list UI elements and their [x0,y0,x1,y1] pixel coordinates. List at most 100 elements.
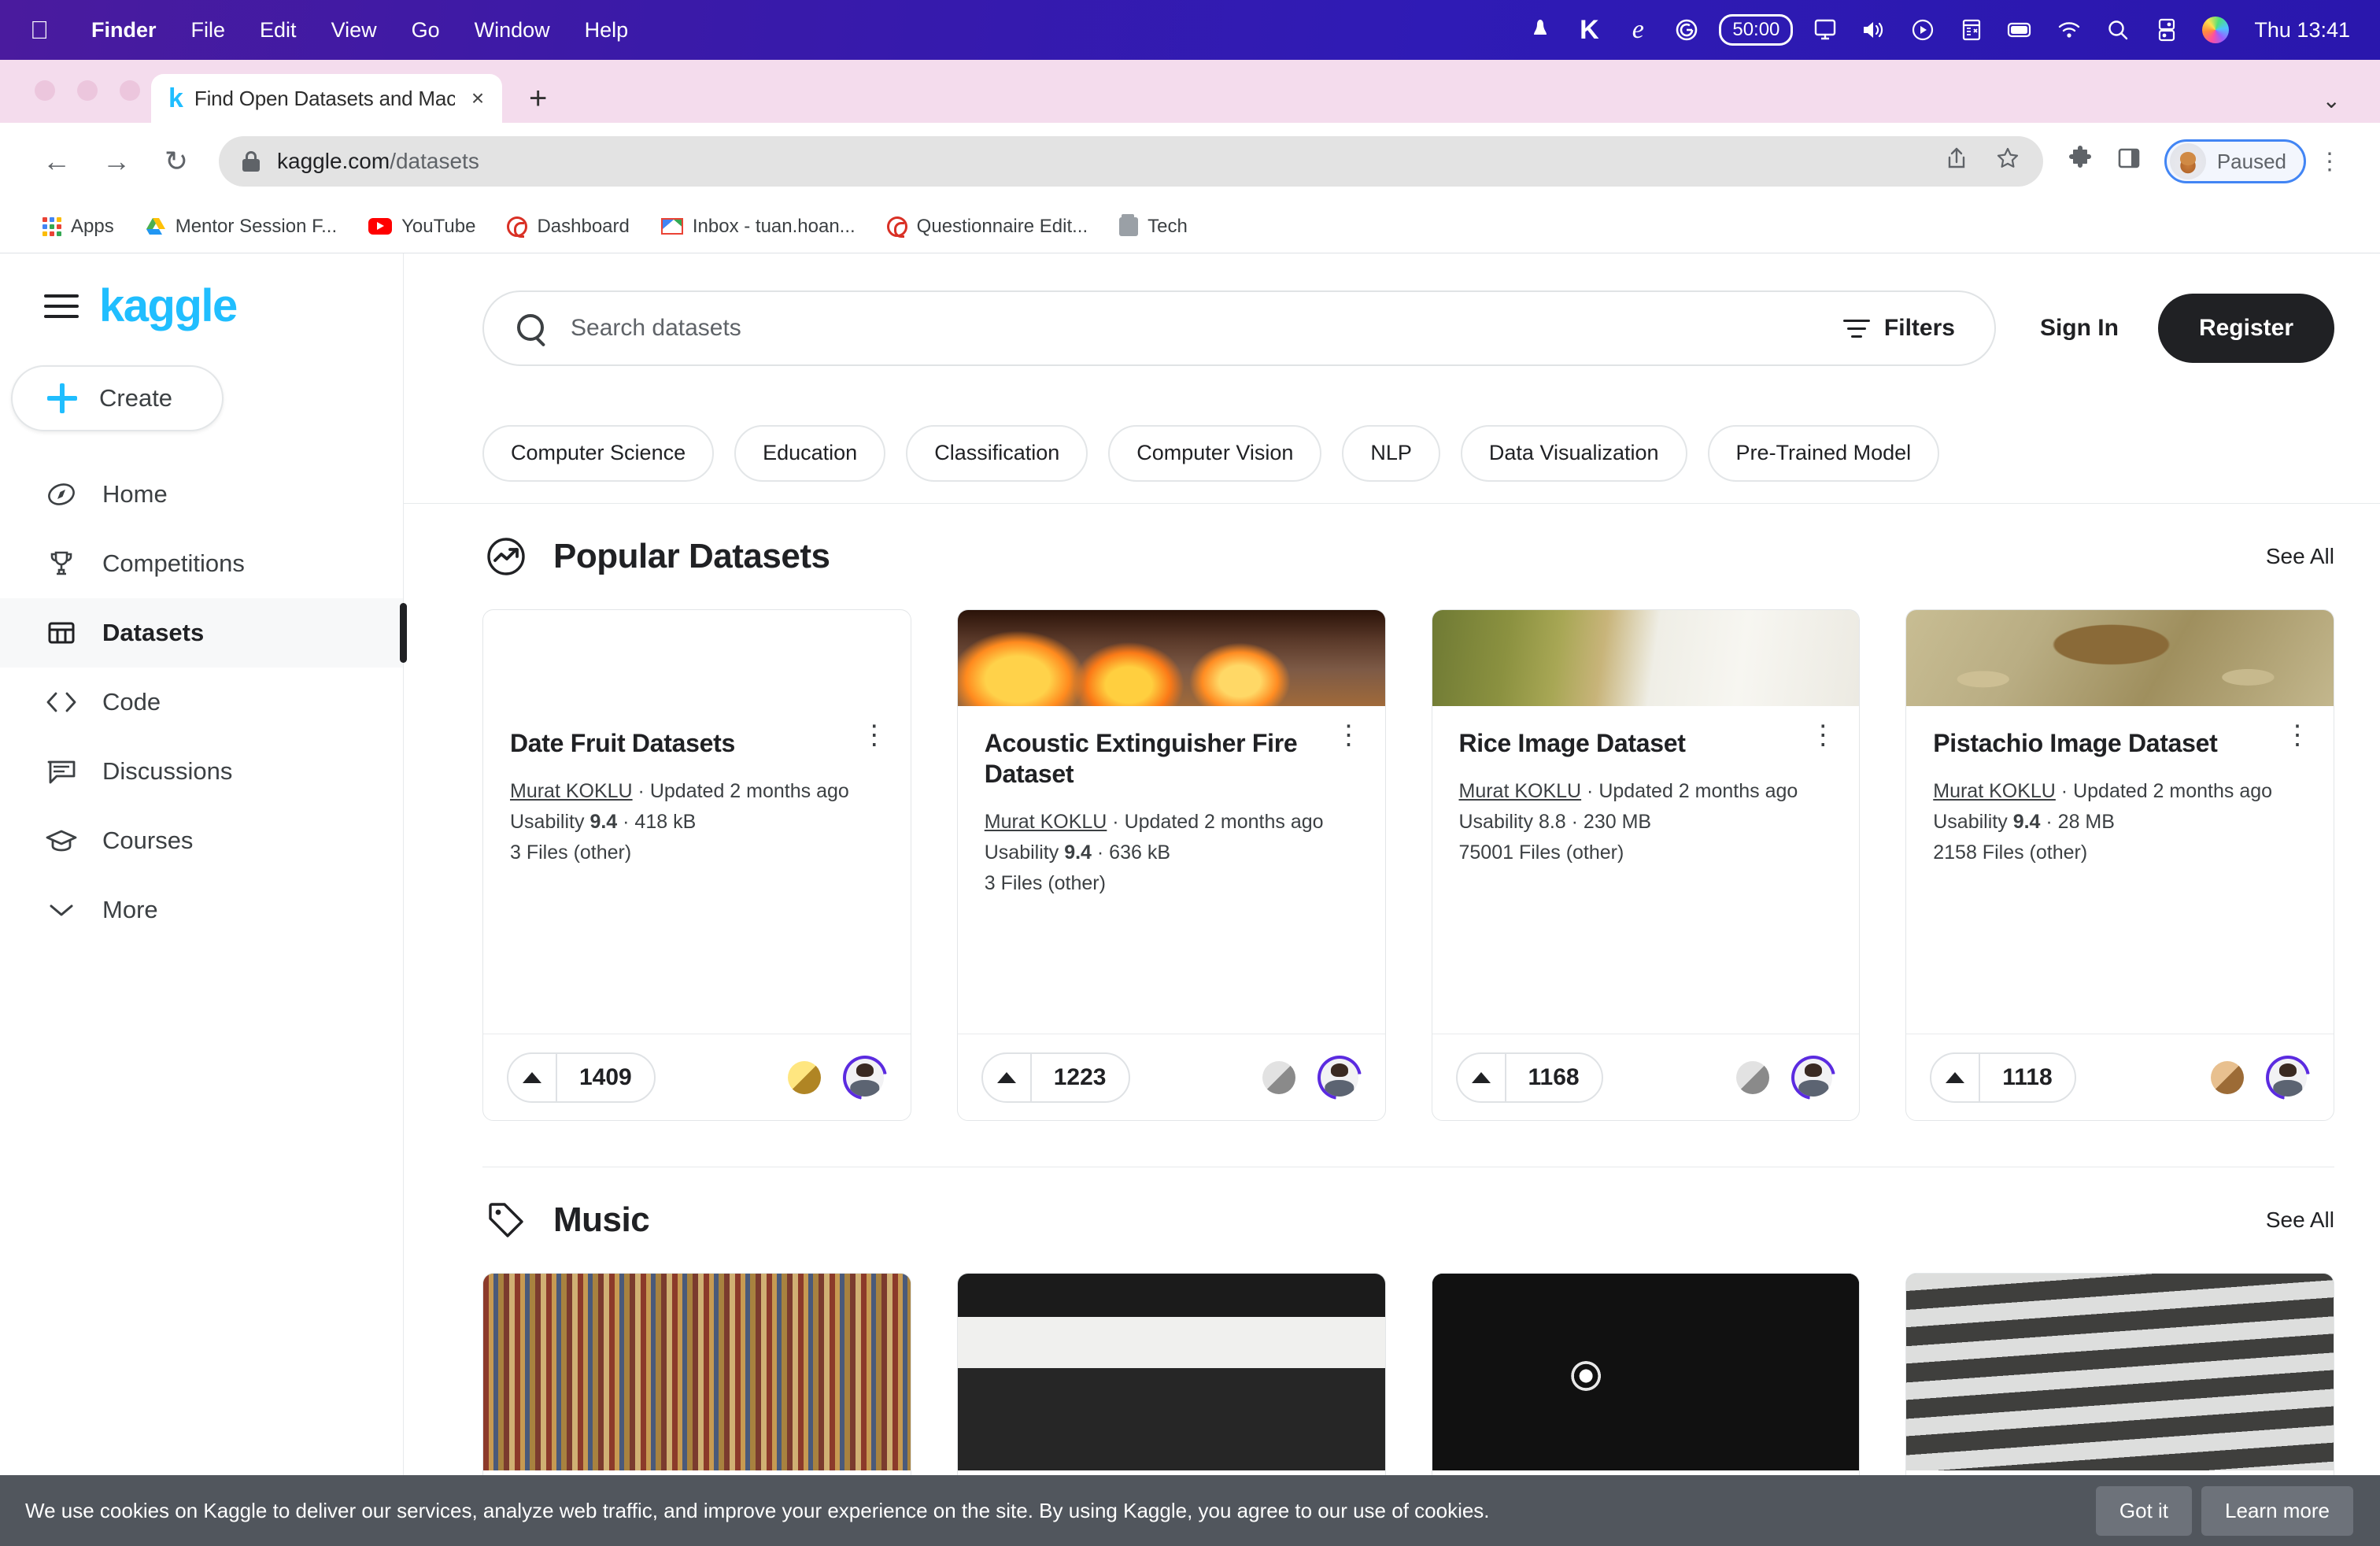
new-tab-button[interactable]: + [529,81,547,117]
sidebar-item-competitions[interactable]: Competitions [0,529,403,598]
card-overflow-menu-button[interactable]: ⋮ [1807,722,1839,748]
dataset-author[interactable]: Murat KOKLU [1933,780,2056,802]
close-window-button[interactable] [35,80,55,101]
sidebar-item-courses[interactable]: Courses [0,806,403,875]
browser-tab[interactable]: k Find Open Datasets and Machi × [151,74,502,123]
display-icon[interactable] [1801,19,1850,41]
extensions-puzzle-icon[interactable] [2056,146,2105,177]
window-traffic-lights[interactable] [35,80,140,101]
kaggle-k-icon[interactable]: K [1565,15,1613,46]
bookmark-dashboard[interactable]: Dashboard [491,216,645,238]
back-button[interactable]: ← [27,131,87,191]
chip-data-visualization[interactable]: Data Visualization [1460,424,1687,482]
author-avatar[interactable] [1791,1055,1836,1100]
side-panel-icon[interactable] [2105,146,2153,176]
bookmark-label: Inbox - tuan.hoan... [692,215,856,237]
minimize-window-button[interactable] [77,80,98,101]
cookie-learn-more-button[interactable]: Learn more [2201,1485,2353,1536]
search-input[interactable]: Search datasets Filters [482,290,1996,366]
see-all-link-popular[interactable]: See All [2266,544,2334,569]
see-all-link-music[interactable]: See All [2266,1208,2334,1233]
sidebar-item-home[interactable]: Home [0,460,403,529]
menu-view[interactable]: View [314,18,394,43]
reload-button[interactable]: ↻ [146,131,206,191]
upvote-caret-icon[interactable] [508,1053,557,1101]
card-overflow-menu-button[interactable]: ⋮ [2282,722,2313,748]
apple-logo-icon[interactable]:  [30,17,49,43]
calendar-icon[interactable] [1947,18,1996,42]
bookmark-questionnaire[interactable]: Questionnaire Edit... [871,216,1103,238]
register-button[interactable]: Register [2157,294,2334,363]
battery-icon[interactable] [1996,20,2045,39]
bookmark-apps[interactable]: Apps [27,216,130,238]
bell-icon[interactable] [1516,18,1565,42]
share-icon[interactable] [1946,146,1968,176]
dataset-author[interactable]: Murat KOKLU [1459,780,1582,802]
chip-pre-trained-model[interactable]: Pre-Trained Model [1707,424,1940,482]
author-avatar[interactable] [842,1055,887,1100]
content-scroll-area[interactable]: Popular Datasets See All ⋮ Date Fruit Da… [404,504,2380,1546]
author-avatar[interactable] [1317,1055,1362,1100]
hamburger-menu-icon[interactable] [44,294,79,318]
grammarly-icon[interactable] [1662,18,1711,42]
tab-search-chevron-down-icon[interactable]: ⌄ [2323,87,2341,113]
sidebar-item-more[interactable]: More [0,875,403,945]
menubar-clock[interactable]: Thu 13:41 [2254,18,2350,43]
dataset-author[interactable]: Murat KOKLU [510,780,633,802]
card-overflow-menu-button[interactable]: ⋮ [1333,722,1365,748]
upvote-control[interactable]: 1118 [1930,1052,2076,1103]
address-bar[interactable]: kaggle.com/datasets [219,136,2043,187]
create-button[interactable]: Create [11,365,224,431]
chrome-menu-button[interactable]: ⋮ [2306,148,2353,176]
dataset-author[interactable]: Murat KOKLU [985,811,1107,833]
spotlight-search-icon[interactable] [2094,19,2142,41]
chip-nlp[interactable]: NLP [1342,424,1440,482]
dataset-card[interactable]: ⋮ Acoustic Extinguisher Fire Dataset Mur… [956,609,1386,1121]
close-tab-button[interactable]: × [466,86,490,111]
chip-classification[interactable]: Classification [906,424,1088,482]
sign-in-button[interactable]: Sign In [2040,315,2119,342]
upvote-caret-icon[interactable] [1931,1053,1981,1101]
siri-icon[interactable] [2191,17,2240,43]
upvote-control[interactable]: 1409 [507,1052,656,1103]
maximize-window-button[interactable] [120,80,140,101]
dataset-card[interactable]: ⋮ Date Fruit Datasets Murat KOKLU · Upda… [482,609,911,1121]
filters-button[interactable]: Filters [1842,315,1963,342]
chip-computer-vision[interactable]: Computer Vision [1108,424,1322,482]
bookmark-inbox[interactable]: Inbox - tuan.hoan... [645,216,871,238]
menu-window[interactable]: Window [457,18,567,43]
menu-finder[interactable]: Finder [74,18,174,43]
bookmark-mentor-session[interactable]: Mentor Session F... [130,216,353,238]
cookie-accept-button[interactable]: Got it [2095,1485,2193,1536]
menu-help[interactable]: Help [567,18,646,43]
dataset-card[interactable]: ⋮ Rice Image Dataset Murat KOKLU · Updat… [1431,609,1861,1121]
upvote-control[interactable]: 1168 [1455,1052,1603,1103]
bookmark-youtube[interactable]: YouTube [353,216,491,238]
author-avatar[interactable] [2266,1055,2310,1100]
card-overflow-menu-button[interactable]: ⋮ [859,722,890,748]
timer-badge[interactable]: 50:00 [1719,14,1794,46]
bookmark-tech-folder[interactable]: Tech [1103,213,1203,238]
profile-chip[interactable]: Paused [2164,139,2306,183]
control-center-icon[interactable] [2142,18,2191,42]
menu-file[interactable]: File [174,18,243,43]
sidebar-item-discussions[interactable]: Discussions [0,737,403,806]
upvote-caret-icon[interactable] [983,1053,1032,1101]
chip-computer-science[interactable]: Computer Science [482,424,715,482]
sidebar-item-datasets[interactable]: Datasets [0,598,407,668]
menu-go[interactable]: Go [394,18,457,43]
menu-edit[interactable]: Edit [242,18,314,43]
volume-icon[interactable] [1850,20,1898,40]
forward-button[interactable]: → [87,131,146,191]
script-e-icon[interactable]: e [1613,15,1662,45]
chip-education[interactable]: Education [734,424,886,482]
sidebar-item-code[interactable]: Code [0,668,403,737]
play-icon[interactable] [1898,19,1947,41]
kaggle-logo[interactable]: kaggle [99,283,238,329]
upvote-control[interactable]: 1223 [981,1052,1130,1103]
dataset-card[interactable]: ⋮ Pistachio Image Dataset Murat KOKLU · … [1905,609,2334,1121]
upvote-caret-icon[interactable] [1458,1053,1506,1101]
bookmark-star-icon[interactable] [1996,146,2020,176]
dataset-card-footer: 1118 [1906,1034,2334,1120]
wifi-icon[interactable] [2045,20,2094,39]
